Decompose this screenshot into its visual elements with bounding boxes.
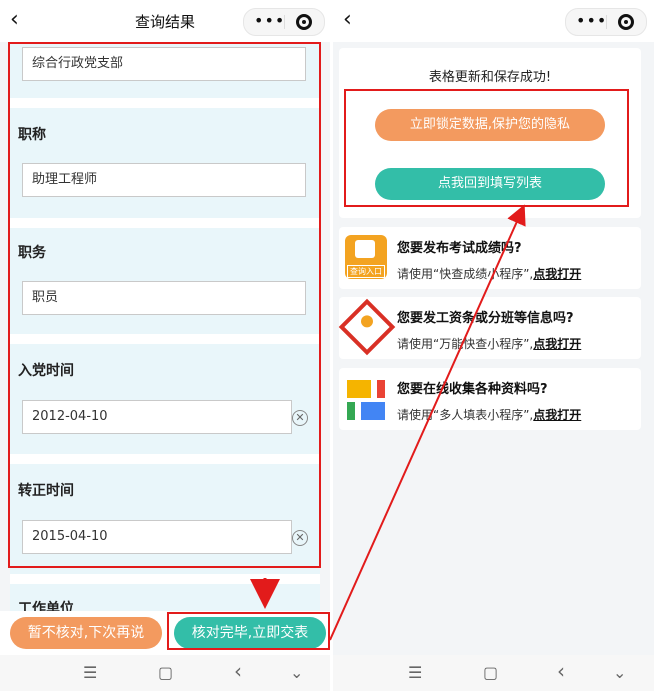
field-label: 转正时间 [18,483,74,499]
field-label: 职称 [18,127,46,143]
regularize-date-input[interactable]: 2015-04-10 [22,520,292,554]
clear-icon[interactable]: ✕ [292,410,308,426]
right-phone-screen: ‹ ••• 表格更新和保存成功! 立即锁定数据,保护您的隐私 点我回到填写列表 … [333,0,654,691]
nav-bar: ‹ 查询结果 ••• [0,0,330,42]
close-target-icon[interactable] [296,14,312,30]
form-area: 综合行政党支部 职称 助理工程师 职务 职员 入党时间 2012-04-10 ✕… [10,42,320,624]
down-icon[interactable]: ⌄ [290,663,303,682]
back-icon[interactable]: ‹ [234,659,242,683]
back-icon[interactable]: ‹ [557,659,565,683]
system-nav-bar: ☰ ▢ ‹ ⌄ [0,655,330,691]
join-date-input[interactable]: 2012-04-10 [22,400,292,434]
score-query-app-icon: 查询入口 [345,235,387,279]
bottom-action-bar: 暂不核对,下次再说 核对完毕,立即交表 [0,611,330,655]
field-branch: 综合行政党支部 [10,42,320,98]
mini-program-capsule[interactable]: ••• [243,8,325,36]
field-join-date: 入党时间 2012-04-10 ✕ [10,344,320,454]
close-target-icon[interactable] [618,14,634,30]
field-label: 入党时间 [18,363,74,379]
success-message: 表格更新和保存成功! [428,70,552,85]
system-nav-bar: ☰ ▢ ‹ ⌄ [333,655,654,691]
title-input[interactable]: 助理工程师 [22,163,306,197]
open-link[interactable]: 点我打开 [533,337,581,351]
promo-title: 您要发工资条或分班等信息吗? [397,311,574,326]
promo-card[interactable]: 您要发工资条或分班等信息吗? 请使用“万能快查小程序”,点我打开 [338,297,641,359]
back-arrow-icon[interactable]: ‹ [343,8,352,32]
more-dots-icon[interactable]: ••• [254,11,285,30]
clear-icon[interactable]: ✕ [292,530,308,546]
lock-data-button[interactable]: 立即锁定数据,保护您的隐私 [375,109,605,141]
promo-title: 您要在线收集各种资料吗? [397,382,548,397]
back-to-list-button[interactable]: 点我回到填写列表 [375,168,605,200]
success-card: 表格更新和保存成功! 立即锁定数据,保护您的隐私 点我回到填写列表 [339,48,641,218]
promo-text: 请使用“万能快查小程序”,点我打开 [397,337,582,351]
promo-title: 您要发布考试成绩吗? [397,241,522,256]
mini-program-capsule[interactable]: ••• [565,8,647,36]
capsule-divider [284,15,285,29]
open-link[interactable]: 点我打开 [533,408,581,422]
field-label: 职务 [18,245,46,261]
promo-text: 请使用“快查成绩小程序”,点我打开 [397,267,582,281]
promo-text: 请使用“多人填表小程序”,点我打开 [397,408,582,422]
multi-form-app-icon [347,380,387,420]
promo-card[interactable]: 查询入口 您要发布考试成绩吗? 请使用“快查成绩小程序”,点我打开 [339,227,641,289]
left-phone-screen: ‹ 查询结果 ••• 综合行政党支部 职称 助理工程师 职务 职员 入党时间 2… [0,0,330,691]
submit-button[interactable]: 核对完毕,立即交表 [174,617,326,649]
position-input[interactable]: 职员 [22,281,306,315]
nav-bar: ‹ ••• [333,0,654,42]
home-icon[interactable]: ▢ [483,663,498,682]
field-regularize-date: 转正时间 2015-04-10 ✕ [10,464,320,574]
down-icon[interactable]: ⌄ [613,663,626,682]
quick-search-app-icon [338,298,396,356]
more-dots-icon[interactable]: ••• [576,11,607,30]
field-position: 职务 职员 [10,228,320,334]
field-title: 职称 助理工程师 [10,108,320,218]
menu-icon[interactable]: ☰ [408,663,422,682]
home-icon[interactable]: ▢ [158,663,173,682]
open-link[interactable]: 点我打开 [533,267,581,281]
later-button[interactable]: 暂不核对,下次再说 [10,617,162,649]
branch-input[interactable]: 综合行政党支部 [22,47,306,81]
promo-card[interactable]: 您要在线收集各种资料吗? 请使用“多人填表小程序”,点我打开 [339,368,641,430]
capsule-divider [606,15,607,29]
menu-icon[interactable]: ☰ [83,663,97,682]
